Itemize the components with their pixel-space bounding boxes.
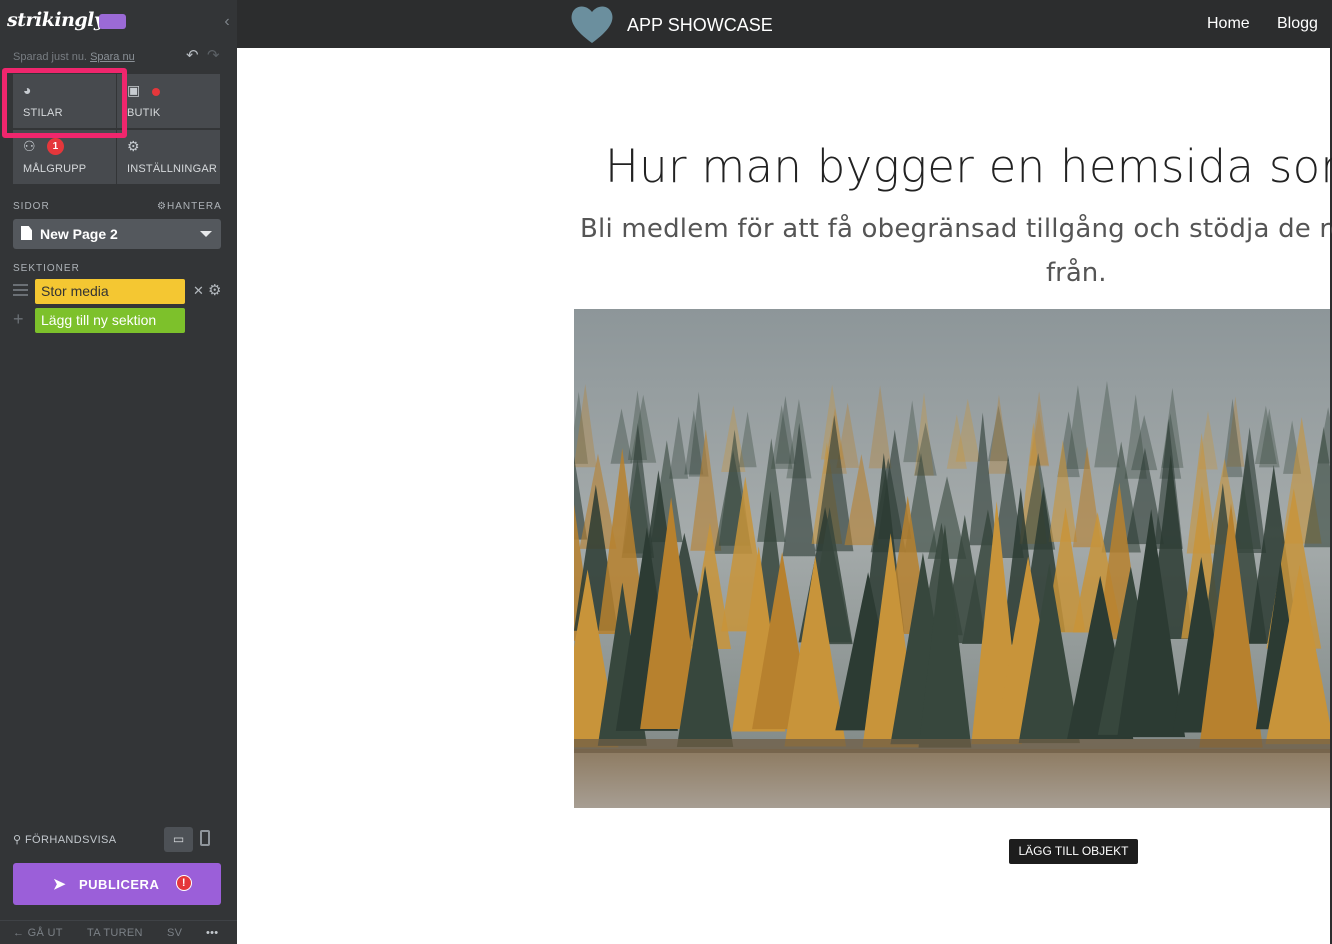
site-navbar: APP SHOWCASE Home Blogg (237, 0, 1332, 48)
gear-icon: ⚙ (157, 201, 167, 212)
section-item[interactable]: Stor media (35, 279, 185, 304)
settings-label: INSTÄLLNINGAR (127, 163, 218, 175)
saved-text: Sparad just nu. (13, 51, 87, 63)
strikingly-logo: strikingly (7, 9, 105, 31)
publish-label: PUBLICERA (79, 877, 160, 892)
styles-highlight-box (2, 68, 127, 138)
chevron-down-icon (200, 231, 212, 237)
save-status: Sparad just nu. Spara nu (13, 51, 135, 63)
nav-link-blog[interactable]: Blogg (1277, 15, 1318, 33)
store-label: BUTIK (127, 107, 161, 119)
people-icon: ⚇ (23, 138, 36, 154)
nav-link-home[interactable]: Home (1207, 15, 1250, 33)
page-subheadline-continued[interactable]: från. (1046, 258, 1107, 288)
exit-label: GÅ UT (27, 927, 63, 939)
publish-alert-badge: ! (176, 875, 192, 891)
audience-label: MÅLGRUPP (23, 163, 87, 175)
drag-handle-icon[interactable] (13, 284, 28, 299)
add-object-button[interactable]: LÄGG TILL OBJEKT (1009, 839, 1138, 864)
sections-heading: SEKTIONER (13, 263, 80, 274)
mobile-preview-icon[interactable] (200, 830, 210, 846)
plan-badge (99, 14, 126, 29)
page-select[interactable]: New Page 2 (13, 219, 221, 249)
undo-icon[interactable]: ↶ (186, 46, 199, 64)
forest-illustration (574, 309, 1330, 808)
gear-icon: ⚙ (127, 138, 140, 154)
page-headline[interactable]: Hur man bygger en hemsida som (605, 140, 1332, 193)
shopping-bag-icon: ▣ (127, 82, 141, 98)
forest-media-image[interactable] (574, 309, 1330, 808)
document-icon (21, 226, 32, 240)
settings-tile[interactable]: ⚙ INSTÄLLNINGAR (117, 130, 220, 184)
add-section-button[interactable]: Lägg till ny sektion (35, 308, 185, 333)
manage-pages-link[interactable]: ⚙HANTERA (157, 201, 222, 212)
search-icon: ⚲ (13, 834, 22, 846)
editor-app: strikingly ‹ Sparad just nu. Spara nu ↶ … (0, 0, 1332, 944)
pages-heading: SIDOR (13, 201, 50, 212)
preview-button[interactable]: ⚲ FÖRHANDSVISA (13, 833, 117, 846)
plus-icon[interactable]: + (13, 309, 24, 330)
site-brand[interactable]: APP SHOWCASE (627, 15, 773, 36)
audience-tile[interactable]: ⚇ 1 MÅLGRUPP (13, 130, 116, 184)
arrow-left-icon: ← (13, 927, 25, 939)
desktop-preview-icon[interactable]: ▭ (164, 827, 193, 852)
delete-section-icon[interactable]: ✕ (193, 283, 204, 299)
rocket-icon: ➤ (53, 876, 67, 893)
page-subheadline[interactable]: Bli medlem för att få obegränsad tillgån… (580, 214, 1332, 244)
publish-button[interactable]: ➤ PUBLICERA ! (13, 863, 221, 905)
redo-icon[interactable]: ↷ (207, 46, 220, 64)
heart-logo-icon[interactable] (570, 3, 614, 45)
language-link[interactable]: SV (167, 927, 182, 939)
section-settings-icon[interactable]: ⚙ (208, 281, 221, 299)
collapse-sidebar-icon[interactable]: ‹ (219, 12, 235, 32)
manage-label: HANTERA (166, 201, 222, 212)
audience-badge: 1 (47, 138, 64, 155)
store-notification-dot (152, 88, 160, 96)
save-now-link[interactable]: Spara nu (90, 51, 135, 63)
store-tile[interactable]: ▣ BUTIK (117, 74, 220, 128)
editor-sidebar: strikingly ‹ Sparad just nu. Spara nu ↶ … (0, 0, 237, 944)
current-page-name: New Page 2 (40, 226, 118, 242)
preview-label: FÖRHANDSVISA (24, 834, 117, 846)
footer-divider (0, 920, 237, 921)
more-options-icon[interactable]: ••• (206, 927, 218, 939)
exit-link[interactable]: ← GÅ UT (13, 927, 63, 939)
take-tour-link[interactable]: TA TUREN (87, 927, 143, 939)
